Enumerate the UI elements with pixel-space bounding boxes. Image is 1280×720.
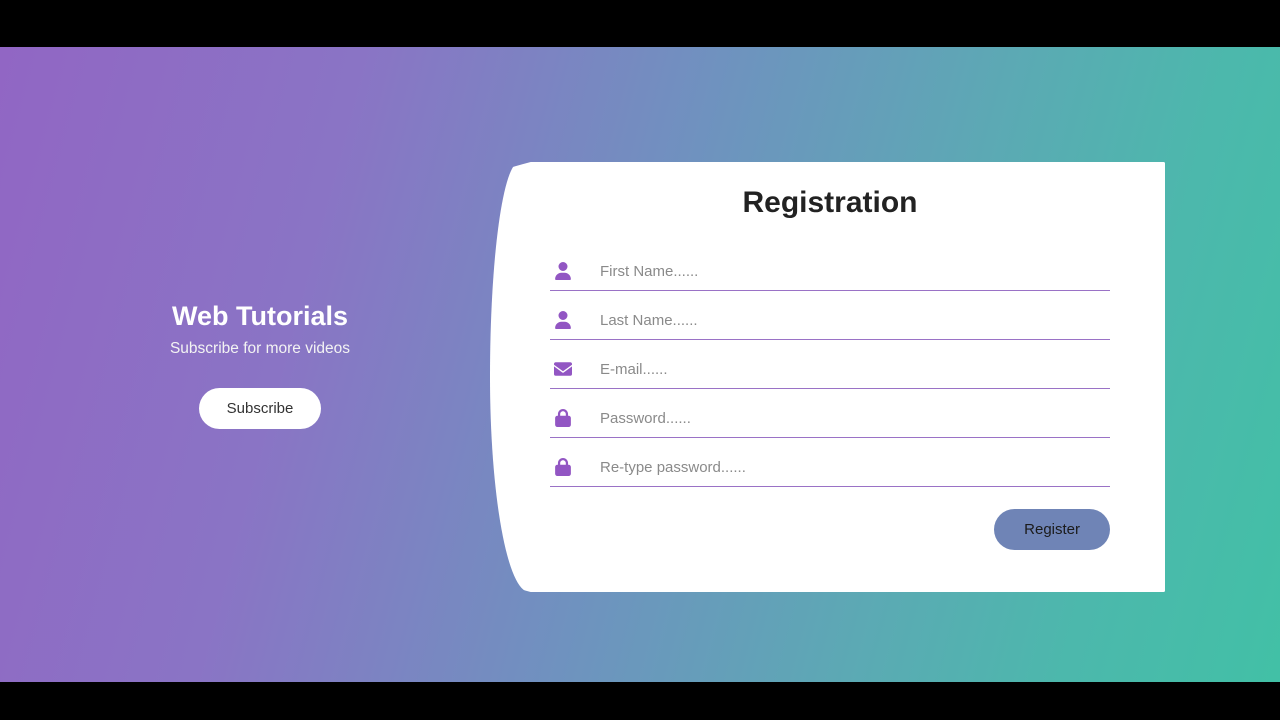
retype-password-row — [550, 446, 1110, 487]
form-actions: Register — [550, 509, 1110, 550]
last-name-input[interactable] — [600, 312, 1106, 329]
password-row — [550, 397, 1110, 438]
page-stage: Web Tutorials Subscribe for more videos … — [0, 47, 1280, 682]
user-icon — [554, 262, 600, 280]
lock-icon — [554, 458, 600, 476]
last-name-row — [550, 299, 1110, 340]
email-input[interactable] — [600, 361, 1106, 378]
user-icon — [554, 311, 600, 329]
left-subtitle: Subscribe for more videos — [40, 340, 480, 358]
email-row — [550, 348, 1110, 389]
first-name-input[interactable] — [600, 263, 1106, 280]
lock-icon — [554, 409, 600, 427]
register-button[interactable]: Register — [994, 509, 1110, 550]
password-input[interactable] — [600, 410, 1106, 427]
envelope-icon — [554, 360, 600, 378]
form-title: Registration — [550, 186, 1110, 220]
left-title: Web Tutorials — [40, 301, 480, 332]
registration-card: Registration — [490, 162, 1165, 592]
first-name-row — [550, 250, 1110, 291]
left-panel: Web Tutorials Subscribe for more videos … — [0, 301, 480, 429]
retype-password-input[interactable] — [600, 459, 1106, 476]
subscribe-button[interactable]: Subscribe — [199, 388, 322, 429]
